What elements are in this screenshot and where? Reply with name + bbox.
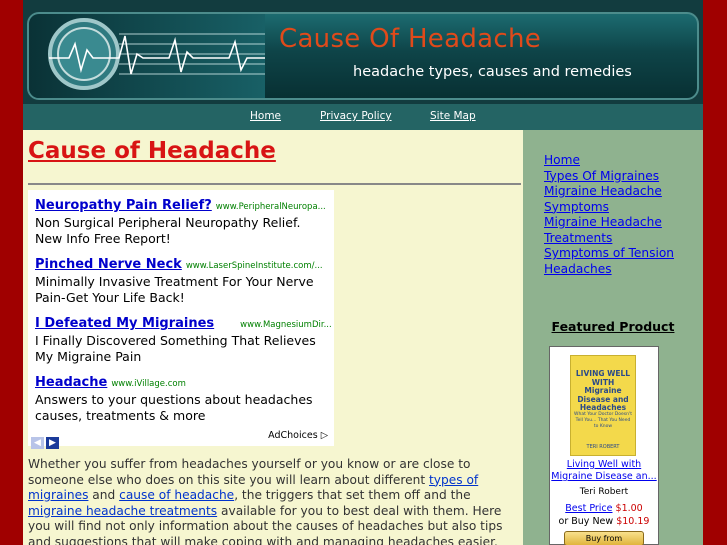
main-content: Cause of Headache Neuropathy Pain Relief… bbox=[23, 130, 523, 545]
cover-subtitle: What Your Doctor Doesn't Tell You... Tha… bbox=[574, 412, 632, 429]
ad-url[interactable]: www.iVillage.com bbox=[111, 379, 186, 389]
adchoices-icon: ▷ bbox=[320, 430, 328, 441]
ad-description: Minimally Invasive Treatment For Your Ne… bbox=[35, 274, 314, 305]
nav-site-map-link[interactable]: Site Map bbox=[430, 110, 476, 122]
nav-home-link[interactable]: Home bbox=[250, 110, 281, 122]
ad-url[interactable]: www.LaserSpineInstitute.com/... bbox=[186, 261, 323, 271]
ad-block: Neuropathy Pain Relief? www.PeripheralNeu… bbox=[28, 190, 334, 449]
buy-amazon-button[interactable]: Buy from amazon.com bbox=[564, 531, 644, 545]
page: Cause Of Headache headache types, causes… bbox=[23, 0, 703, 545]
sidebar-nav: Home Types Of Migraines Migraine Headach… bbox=[544, 153, 694, 277]
ad-headline[interactable]: I Defeated My Migraines bbox=[35, 316, 214, 331]
ad-headline[interactable]: Headache bbox=[35, 375, 107, 390]
prev-arrow-icon[interactable]: ◀ bbox=[31, 437, 44, 449]
adchoices-link[interactable]: AdChoices ▷ bbox=[268, 430, 328, 441]
right-border bbox=[703, 0, 727, 545]
best-price-value: $1.00 bbox=[615, 503, 643, 514]
header-banner: Cause Of Headache headache types, causes… bbox=[23, 0, 703, 104]
sidebar-item-types-of-migraines[interactable]: Types Of Migraines bbox=[544, 169, 694, 185]
ad-item[interactable]: I Defeated My Migraines www.MagnesiumDir.… bbox=[35, 312, 332, 365]
best-price-link[interactable]: Best Price bbox=[565, 503, 612, 514]
next-arrow-icon[interactable]: ▶ bbox=[46, 437, 59, 449]
ad-description: I Finally Discovered Something That Reli… bbox=[35, 333, 316, 364]
ad-headline[interactable]: Pinched Nerve Neck bbox=[35, 257, 182, 272]
buy-new-value: $10.19 bbox=[616, 516, 650, 527]
intro-text: , the triggers that set them off and the bbox=[234, 488, 471, 502]
featured-product-card: LIVING WELL WITH Migraine Disease and He… bbox=[549, 346, 659, 545]
adchoices-label: AdChoices bbox=[268, 430, 318, 441]
sidebar-item-tension-headaches[interactable]: Symptoms of Tension Headaches bbox=[544, 246, 694, 277]
top-nav: Home Privacy Policy Site Map bbox=[23, 104, 703, 130]
header-panel: Cause Of Headache headache types, causes… bbox=[27, 12, 699, 100]
page-title[interactable]: Cause of Headache bbox=[28, 138, 276, 164]
featured-product-heading: Featured Product bbox=[551, 319, 675, 334]
sidebar-item-migraine-symptoms[interactable]: Migraine Headache Symptoms bbox=[544, 184, 694, 215]
product-price: Best Price $1.00 or Buy New $10.19 bbox=[550, 502, 658, 528]
product-author: Teri Robert bbox=[579, 487, 629, 497]
ad-url[interactable]: www.MagnesiumDir... bbox=[240, 320, 332, 330]
nav-privacy-policy-link[interactable]: Privacy Policy bbox=[320, 110, 392, 122]
sidebar-item-migraine-treatments[interactable]: Migraine Headache Treatments bbox=[544, 215, 694, 246]
site-tagline: headache types, causes and remedies bbox=[353, 64, 632, 80]
cause-of-headache-link[interactable]: cause of headache bbox=[119, 488, 234, 502]
buy-new-label: or Buy New bbox=[558, 516, 614, 527]
intro-text: and bbox=[88, 488, 120, 502]
product-title-link[interactable]: Living Well with Migraine Disease an... bbox=[550, 459, 658, 483]
ad-url[interactable]: www.PeripheralNeuropa... bbox=[216, 202, 326, 212]
intro-text: Whether you suffer from headaches yourse… bbox=[28, 457, 471, 487]
ad-item[interactable]: Neuropathy Pain Relief? www.PeripheralNeu… bbox=[35, 194, 326, 247]
book-cover-image[interactable]: LIVING WELL WITH Migraine Disease and He… bbox=[570, 355, 636, 456]
ad-pager: ◀ ▶ bbox=[31, 430, 61, 449]
cover-title: LIVING WELL WITH Migraine Disease and He… bbox=[575, 369, 631, 412]
ad-item[interactable]: Pinched Nerve Neck www.LaserSpineInstitut… bbox=[35, 253, 323, 306]
left-border bbox=[0, 0, 23, 545]
cover-author: TERI ROBERT bbox=[586, 444, 620, 450]
sidebar-item-home[interactable]: Home bbox=[544, 153, 694, 169]
divider bbox=[28, 183, 521, 185]
sidebar: Home Types Of Migraines Migraine Headach… bbox=[523, 130, 703, 545]
site-title: Cause Of Headache bbox=[279, 24, 542, 54]
ad-description: Non Surgical Peripheral Neuropathy Relie… bbox=[35, 215, 301, 246]
intro-paragraph: Whether you suffer from headaches yourse… bbox=[28, 457, 522, 545]
migraine-treatments-link[interactable]: migraine headache treatments bbox=[28, 504, 217, 518]
ad-description: Answers to your questions about headache… bbox=[35, 392, 313, 423]
stethoscope-image bbox=[29, 14, 265, 98]
ad-headline[interactable]: Neuropathy Pain Relief? bbox=[35, 198, 212, 213]
ad-item[interactable]: Headache www.iVillage.com Answers to your… bbox=[35, 371, 325, 424]
